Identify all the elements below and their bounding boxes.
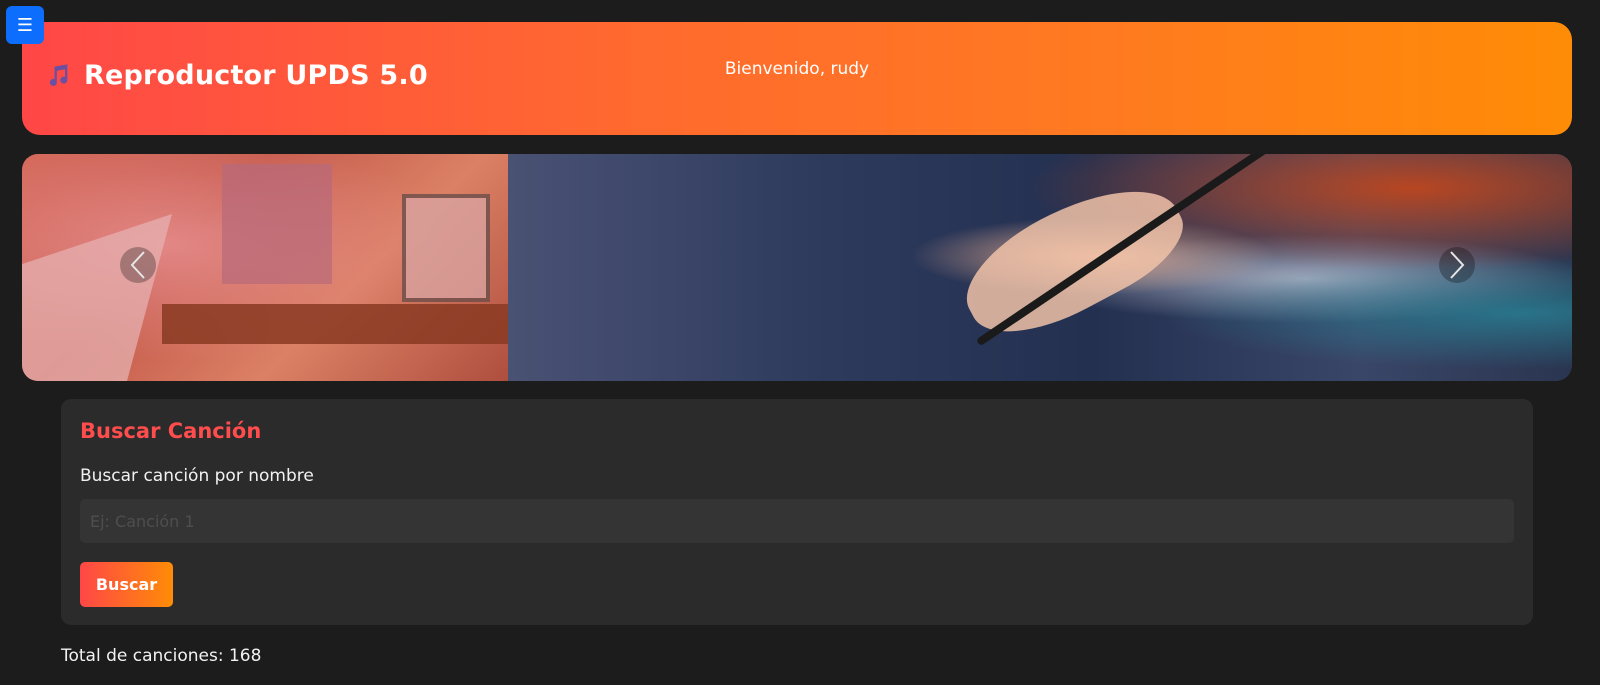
welcome-message: Bienvenido, rudy <box>724 59 870 79</box>
chevron-right-icon <box>1450 251 1465 279</box>
carousel-prev-button[interactable] <box>120 247 156 283</box>
search-button[interactable]: Buscar <box>80 562 173 607</box>
hamburger-icon: ☰ <box>16 14 34 36</box>
search-title: Buscar Canción <box>80 419 262 443</box>
menu-button[interactable]: ☰ <box>6 6 44 44</box>
app-header: Reproductor UPDS 5.0 Bienvenido, rudy <box>22 22 1572 135</box>
carousel-slide-previous <box>22 154 508 381</box>
page: ☰ Reproductor UPDS 5.0 Bienvenido, rudy <box>0 0 1600 685</box>
search-input[interactable] <box>80 499 1514 543</box>
slide-detail <box>162 304 508 344</box>
search-label: Buscar canción por nombre <box>80 466 314 486</box>
chevron-left-icon <box>130 251 145 279</box>
slide-detail <box>402 194 490 302</box>
slide-detail <box>947 160 1199 358</box>
carousel-next-button[interactable] <box>1439 247 1475 283</box>
carousel-slide-active <box>508 154 1572 381</box>
slide-detail <box>22 214 172 381</box>
search-card: Buscar Canción Buscar canción por nombre… <box>61 399 1533 625</box>
image-carousel[interactable] <box>22 154 1572 381</box>
total-songs-count: Total de canciones: 168 <box>61 646 262 666</box>
slide-detail <box>222 164 332 284</box>
